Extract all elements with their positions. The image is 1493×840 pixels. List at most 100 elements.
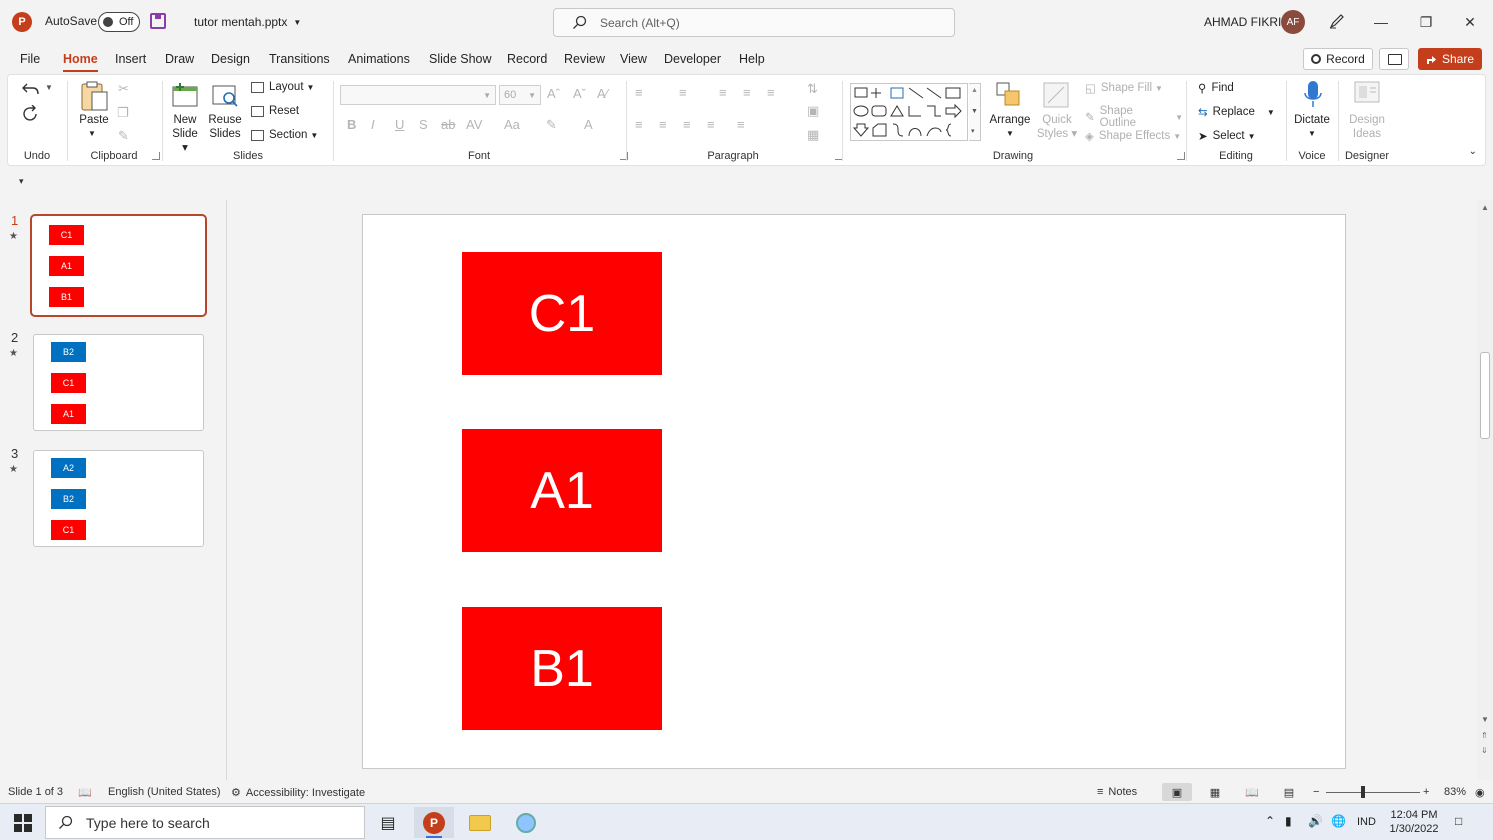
shape-effects-button[interactable]: ◈ Shape Effects ▼ bbox=[1085, 129, 1181, 143]
decrease-font-icon[interactable]: Aˇ bbox=[573, 86, 586, 101]
microphone-icon[interactable] bbox=[1302, 79, 1324, 111]
tab-developer[interactable]: Developer bbox=[664, 52, 721, 66]
arrange-icon[interactable] bbox=[995, 81, 1023, 109]
slideshow-button[interactable]: ▤ bbox=[1274, 783, 1304, 801]
reset-button[interactable]: Reset bbox=[251, 105, 299, 117]
shape-fill-button[interactable]: ◱ Shape Fill ▼ bbox=[1085, 81, 1163, 95]
shape-outline-button[interactable]: ✎ Shape Outline ▼ bbox=[1085, 105, 1183, 129]
slide-thumbnail-3[interactable]: A2 B2 C1 bbox=[33, 450, 204, 547]
task-view-icon[interactable]: ▤ bbox=[368, 807, 408, 838]
chevron-down-icon[interactable]: ▼ bbox=[88, 129, 96, 138]
notifications-icon[interactable]: □ bbox=[1455, 814, 1462, 828]
paint-icon[interactable] bbox=[506, 807, 546, 838]
volume-icon[interactable]: 🔊 bbox=[1308, 814, 1323, 828]
tab-slide-show[interactable]: Slide Show bbox=[429, 52, 492, 66]
text-direction-icon[interactable]: ⇅ bbox=[807, 81, 818, 97]
align-center-icon[interactable]: ≡ bbox=[659, 117, 667, 132]
reuse-slides-button[interactable]: Reuse Slides bbox=[207, 113, 243, 141]
slide-shape[interactable]: B1 bbox=[462, 607, 662, 730]
scroll-up-icon[interactable]: ▲ bbox=[1481, 203, 1489, 212]
tab-help[interactable]: Help bbox=[739, 52, 765, 66]
columns-icon[interactable]: ≡ bbox=[737, 117, 745, 132]
tab-view[interactable]: View bbox=[620, 52, 647, 66]
paste-icon[interactable] bbox=[79, 80, 109, 112]
slide-sorter-button[interactable]: ▦ bbox=[1200, 783, 1230, 801]
find-button[interactable]: ⚲ Find bbox=[1198, 81, 1234, 95]
customize-toolbar-icon[interactable]: ▾ bbox=[19, 176, 24, 187]
redo-icon[interactable] bbox=[22, 105, 40, 123]
fit-slide-icon[interactable]: ◉ bbox=[1475, 786, 1485, 799]
collapse-ribbon-icon[interactable]: ⌄ bbox=[1469, 146, 1477, 157]
change-case-icon[interactable]: Aa bbox=[504, 117, 520, 132]
bullets-icon[interactable]: ≡ bbox=[635, 85, 643, 100]
tab-review[interactable]: Review bbox=[564, 52, 605, 66]
new-slide-button[interactable]: New Slide ▾ bbox=[169, 113, 201, 155]
design-ideas-icon[interactable] bbox=[1352, 79, 1382, 109]
font-name-combo[interactable]: ▼ bbox=[340, 85, 496, 105]
previous-slide-icon[interactable]: ⇑ bbox=[1481, 731, 1488, 740]
input-language[interactable]: IND bbox=[1357, 816, 1376, 828]
paste-label[interactable]: Paste bbox=[76, 113, 112, 127]
tab-design[interactable]: Design bbox=[211, 52, 250, 66]
vertical-scrollbar[interactable]: ▲ ▼ ⇑ ⇓ bbox=[1477, 200, 1493, 780]
slide-canvas[interactable]: C1 A1 B1 bbox=[362, 214, 1346, 769]
section-button[interactable]: Section ▼ bbox=[251, 129, 318, 141]
network-globe-icon[interactable]: 🌐 bbox=[1331, 814, 1346, 828]
file-name[interactable]: tutor mentah.pptx ▼ bbox=[194, 15, 301, 29]
next-slide-icon[interactable]: ⇓ bbox=[1481, 746, 1488, 755]
minimize-button[interactable]: — bbox=[1368, 10, 1394, 34]
slide-thumbnail-2[interactable]: B2 C1 A1 bbox=[33, 334, 204, 431]
zoom-out-button[interactable]: − bbox=[1313, 786, 1319, 798]
normal-view-button[interactable]: ▣ bbox=[1162, 783, 1192, 801]
align-right-icon[interactable]: ≡ bbox=[683, 117, 691, 132]
share-button[interactable]: Share bbox=[1418, 48, 1482, 70]
dialog-launcher-icon[interactable] bbox=[152, 152, 160, 160]
windows-start-icon[interactable] bbox=[14, 814, 32, 832]
tab-draw[interactable]: Draw bbox=[165, 52, 194, 66]
dialog-launcher-icon[interactable] bbox=[1177, 152, 1185, 160]
tab-insert[interactable]: Insert bbox=[115, 52, 146, 66]
cut-icon[interactable]: ✂ bbox=[118, 81, 129, 97]
taskbar-search[interactable]: Type here to search bbox=[45, 806, 365, 839]
strikethrough-icon[interactable]: ab bbox=[441, 117, 455, 132]
justify-icon[interactable]: ≡ bbox=[707, 117, 715, 132]
avatar[interactable]: AF bbox=[1281, 10, 1305, 34]
reuse-slides-icon[interactable] bbox=[210, 81, 240, 109]
chevron-down-icon[interactable]: ▼ bbox=[45, 83, 53, 92]
new-slide-icon[interactable] bbox=[170, 81, 200, 109]
shadow-icon[interactable]: S bbox=[419, 117, 428, 132]
spelling-icon[interactable]: 📖 bbox=[78, 786, 92, 799]
accessibility-status[interactable]: ⚙ Accessibility: Investigate bbox=[231, 786, 365, 800]
close-button[interactable]: ✕ bbox=[1457, 10, 1483, 34]
arrange-button[interactable]: Arrange ▼ bbox=[988, 113, 1032, 141]
slide-shape[interactable]: C1 bbox=[462, 252, 662, 375]
smartart-icon[interactable]: ▦ bbox=[807, 127, 819, 143]
gallery-scroll[interactable]: ▲ ▼ ▾ bbox=[969, 83, 981, 141]
quick-styles-button[interactable]: Quick Styles ▾ bbox=[1035, 113, 1079, 141]
autosave-toggle[interactable]: Off bbox=[98, 12, 140, 32]
format-painter-icon[interactable]: ✎ bbox=[118, 128, 129, 144]
taskbar-clock[interactable]: 12:04 PM 1/30/2022 bbox=[1380, 808, 1448, 836]
tab-animations[interactable]: Animations bbox=[348, 52, 410, 66]
underline-icon[interactable]: U bbox=[395, 117, 404, 132]
tab-record[interactable]: Record bbox=[507, 52, 547, 66]
layout-button[interactable]: Layout ▼ bbox=[251, 81, 314, 93]
font-color-icon[interactable]: A bbox=[584, 117, 593, 132]
bold-icon[interactable]: B bbox=[347, 117, 356, 132]
line-spacing-icon[interactable]: ≡ bbox=[767, 85, 775, 100]
record-button[interactable]: Record bbox=[1303, 48, 1373, 70]
shapes-gallery[interactable] bbox=[850, 83, 968, 141]
scroll-down-icon[interactable]: ▼ bbox=[1481, 715, 1489, 724]
zoom-level[interactable]: 83% bbox=[1444, 786, 1466, 798]
save-icon[interactable] bbox=[150, 13, 166, 29]
zoom-slider-knob[interactable] bbox=[1361, 786, 1365, 798]
copy-icon[interactable]: ❐ bbox=[117, 105, 129, 121]
language-status[interactable]: English (United States) bbox=[108, 786, 221, 798]
increase-font-icon[interactable]: Aˆ bbox=[547, 86, 560, 101]
slide-shape[interactable]: A1 bbox=[462, 429, 662, 552]
increase-indent-icon[interactable]: ≡ bbox=[743, 85, 751, 100]
select-button[interactable]: ➤ Select ▼ bbox=[1198, 129, 1256, 143]
tab-transitions[interactable]: Transitions bbox=[269, 52, 330, 66]
powerpoint-taskbar-icon[interactable]: P bbox=[414, 807, 454, 838]
numbering-icon[interactable]: ≡ bbox=[679, 85, 687, 100]
